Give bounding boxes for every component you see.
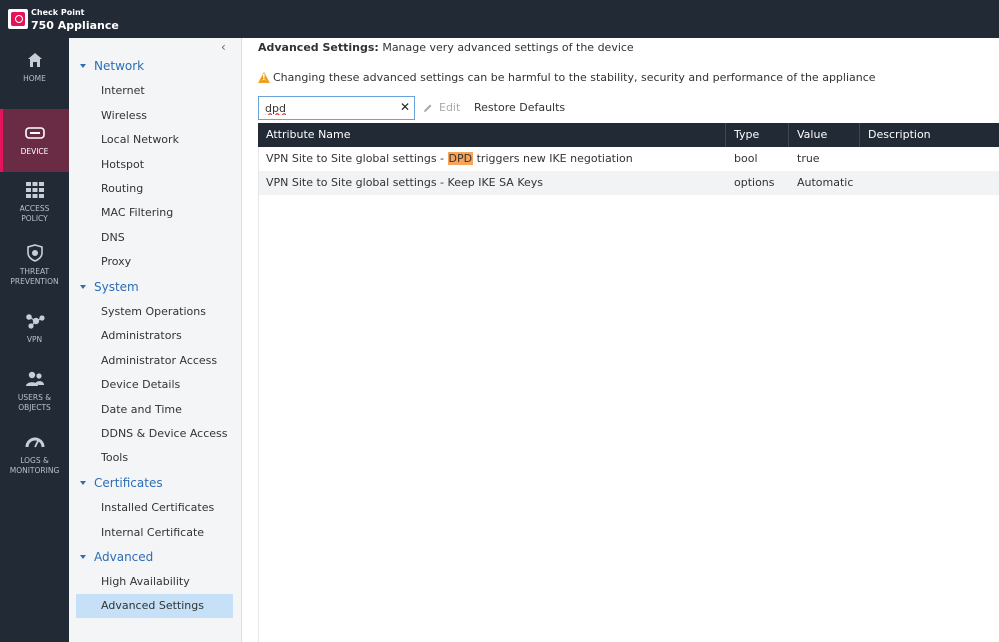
tree-item-wireless[interactable]: Wireless xyxy=(76,104,233,128)
column-header-value[interactable]: Value xyxy=(789,123,860,147)
attributes-table: Attribute Name Type Value Description VP… xyxy=(258,123,999,195)
nav-vpn-label: VPN xyxy=(26,335,43,344)
tree-item-high-availability[interactable]: High Availability xyxy=(76,570,233,594)
tree-group-system[interactable]: System xyxy=(80,280,139,294)
expand-triangle-icon xyxy=(80,285,86,289)
warning-text: Changing these advanced settings can be … xyxy=(273,71,876,84)
grid-icon xyxy=(25,180,45,200)
search-box: ✕ xyxy=(258,96,415,120)
nav-users-objects[interactable]: USERS & OBJECTS xyxy=(0,369,69,419)
cell-description xyxy=(860,147,999,171)
nav-access-policy[interactable]: ACCESS POLICY xyxy=(0,180,69,230)
nav-home[interactable]: HOME xyxy=(0,50,69,102)
shield-icon xyxy=(25,243,45,263)
tree-item-administrators[interactable]: Administrators xyxy=(76,324,233,348)
main-content: Advanced Settings: Manage very advanced … xyxy=(242,38,999,642)
nav-access-label: ACCESS POLICY xyxy=(19,204,50,223)
table-header: Attribute Name Type Value Description xyxy=(258,123,999,147)
tree-item-system-operations[interactable]: System Operations xyxy=(76,300,233,324)
check-point-logo-icon xyxy=(8,9,28,29)
cell-description xyxy=(860,171,999,195)
warning-icon xyxy=(258,72,270,83)
tree-item-proxy[interactable]: Proxy xyxy=(76,250,233,274)
tree-item-internal-certificate[interactable]: Internal Certificate xyxy=(76,521,233,545)
page-title-desc: Manage very advanced settings of the dev… xyxy=(378,41,634,54)
settings-tree: ‹ Network Internet Wireless Local Networ… xyxy=(69,38,242,642)
tree-item-hotspot[interactable]: Hotspot xyxy=(76,153,233,177)
users-icon xyxy=(25,369,45,389)
edit-button-label: Edit xyxy=(439,101,461,114)
search-highlight: DPD xyxy=(447,152,474,165)
brand-product: 750 Appliance xyxy=(31,19,119,32)
cell-attribute-name: VPN Site to Site global settings - DPD t… xyxy=(258,147,726,171)
page-title-bold: Advanced Settings: xyxy=(258,41,379,54)
cell-attribute-name: VPN Site to Site global settings - Keep … xyxy=(258,171,726,195)
attribute-name-text: triggers new IKE negotiation xyxy=(473,152,633,165)
tree-item-dns[interactable]: DNS xyxy=(76,226,233,250)
nav-users-label: USERS & OBJECTS xyxy=(17,393,52,412)
tree-item-mac-filtering[interactable]: MAC Filtering xyxy=(76,201,233,225)
tree-item-ddns-device-access[interactable]: DDNS & Device Access xyxy=(76,422,233,446)
table-row[interactable]: VPN Site to Site global settings - DPD t… xyxy=(258,147,999,171)
tree-item-advanced-settings[interactable]: Advanced Settings xyxy=(76,594,233,618)
tree-item-installed-certificates[interactable]: Installed Certificates xyxy=(76,496,233,520)
nav-logs-monitoring[interactable]: LOGS & MONITORING xyxy=(0,432,69,482)
tree-item-tools[interactable]: Tools xyxy=(76,446,233,470)
tree-group-network[interactable]: Network xyxy=(80,59,144,73)
restore-defaults-button[interactable]: Restore Defaults xyxy=(474,101,565,114)
tree-item-date-and-time[interactable]: Date and Time xyxy=(76,398,233,422)
pencil-icon xyxy=(424,104,432,112)
column-header-attribute-name[interactable]: Attribute Name xyxy=(258,123,726,147)
cell-type: options xyxy=(734,176,775,189)
table-row[interactable]: VPN Site to Site global settings - Keep … xyxy=(258,171,999,195)
brand: Check Point 750 Appliance xyxy=(8,7,119,31)
search-input[interactable] xyxy=(259,97,389,119)
expand-triangle-icon xyxy=(80,555,86,559)
nav-device[interactable]: DEVICE xyxy=(0,109,69,172)
column-header-description[interactable]: Description xyxy=(860,123,999,147)
table-border xyxy=(258,147,259,642)
nav-logs-label: LOGS & MONITORING xyxy=(9,456,60,475)
nav-device-label: DEVICE xyxy=(20,147,49,156)
nav-threat-label: THREAT PREVENTION xyxy=(10,267,59,286)
gauge-icon xyxy=(25,432,45,452)
expand-triangle-icon xyxy=(80,481,86,485)
home-icon xyxy=(25,50,45,70)
tree-group-certificates[interactable]: Certificates xyxy=(80,476,163,490)
page-title: Advanced Settings: Manage very advanced … xyxy=(258,41,634,54)
nav-vpn[interactable]: VPN xyxy=(0,311,69,351)
tree-item-routing[interactable]: Routing xyxy=(76,177,233,201)
attribute-name-text: VPN Site to Site global settings - Keep … xyxy=(266,176,543,189)
collapse-panel-icon[interactable]: ‹ xyxy=(221,40,226,54)
cell-value: Automatic xyxy=(797,176,854,189)
expand-triangle-icon xyxy=(80,64,86,68)
device-icon xyxy=(24,123,45,143)
brand-company: Check Point xyxy=(31,8,85,17)
tree-item-device-details[interactable]: Device Details xyxy=(76,373,233,397)
tree-group-label: Network xyxy=(94,59,145,73)
attribute-name-text: VPN Site to Site global settings - xyxy=(266,152,448,165)
cell-type: bool xyxy=(734,152,758,165)
cell-value: true xyxy=(797,152,820,165)
tree-item-administrator-access[interactable]: Administrator Access xyxy=(76,349,233,373)
edit-button[interactable]: Edit xyxy=(423,101,460,114)
tree-group-label: Certificates xyxy=(94,476,163,490)
vpn-icon xyxy=(25,311,45,331)
left-nav: HOME DEVICE ACCESS POLICY THREAT PREVENT… xyxy=(0,38,69,642)
nav-threat-prevention[interactable]: THREAT PREVENTION xyxy=(0,243,69,293)
warning-banner: Changing these advanced settings can be … xyxy=(258,71,876,84)
column-header-type[interactable]: Type xyxy=(726,123,789,147)
tree-group-label: Advanced xyxy=(94,550,154,564)
clear-search-icon[interactable]: ✕ xyxy=(400,100,410,114)
tree-item-local-network[interactable]: Local Network xyxy=(76,128,233,152)
tree-item-internet[interactable]: Internet xyxy=(76,79,233,103)
nav-home-label: HOME xyxy=(23,74,46,83)
tree-group-advanced[interactable]: Advanced xyxy=(80,550,153,564)
top-bar: Check Point 750 Appliance xyxy=(0,0,999,38)
tree-group-label: System xyxy=(94,280,139,294)
